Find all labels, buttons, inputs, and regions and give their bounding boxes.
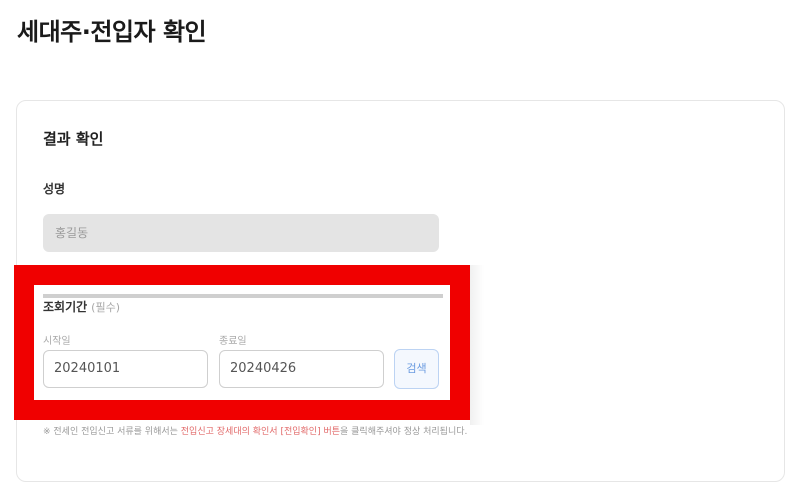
notice-highlight: 전입신고 장세대의 확인서 [전입확인] 버튼 xyxy=(180,427,341,437)
notice-text: ※ 전세인 전입신고 서류를 위해서는 전입신고 장세대의 확인서 [전입확인]… xyxy=(43,424,467,437)
page-title: 세대주·전입자 확인 xyxy=(17,18,207,46)
period-label-text: 조회기간 xyxy=(43,300,88,314)
end-date-input[interactable]: 20240426 xyxy=(219,350,384,388)
notice-suffix: 을 클릭해주셔야 정상 처리됩니다. xyxy=(340,427,468,437)
start-date-label: 시작일 xyxy=(43,336,71,347)
section-title: 결과 확인 xyxy=(43,130,104,148)
required-tag: (필수) xyxy=(91,301,120,314)
start-date-input[interactable]: 20240101 xyxy=(43,350,208,388)
highlight-shadow xyxy=(470,265,484,425)
notice-prefix: ※ 전세인 전입신고 서류를 위해서는 xyxy=(43,427,178,437)
end-date-label: 종료일 xyxy=(219,336,247,347)
name-label: 성명 xyxy=(43,182,66,196)
search-button[interactable]: 검색 xyxy=(394,349,439,389)
name-field: 홍길동 xyxy=(43,214,439,252)
period-label: 조회기간 (필수) xyxy=(43,298,120,315)
